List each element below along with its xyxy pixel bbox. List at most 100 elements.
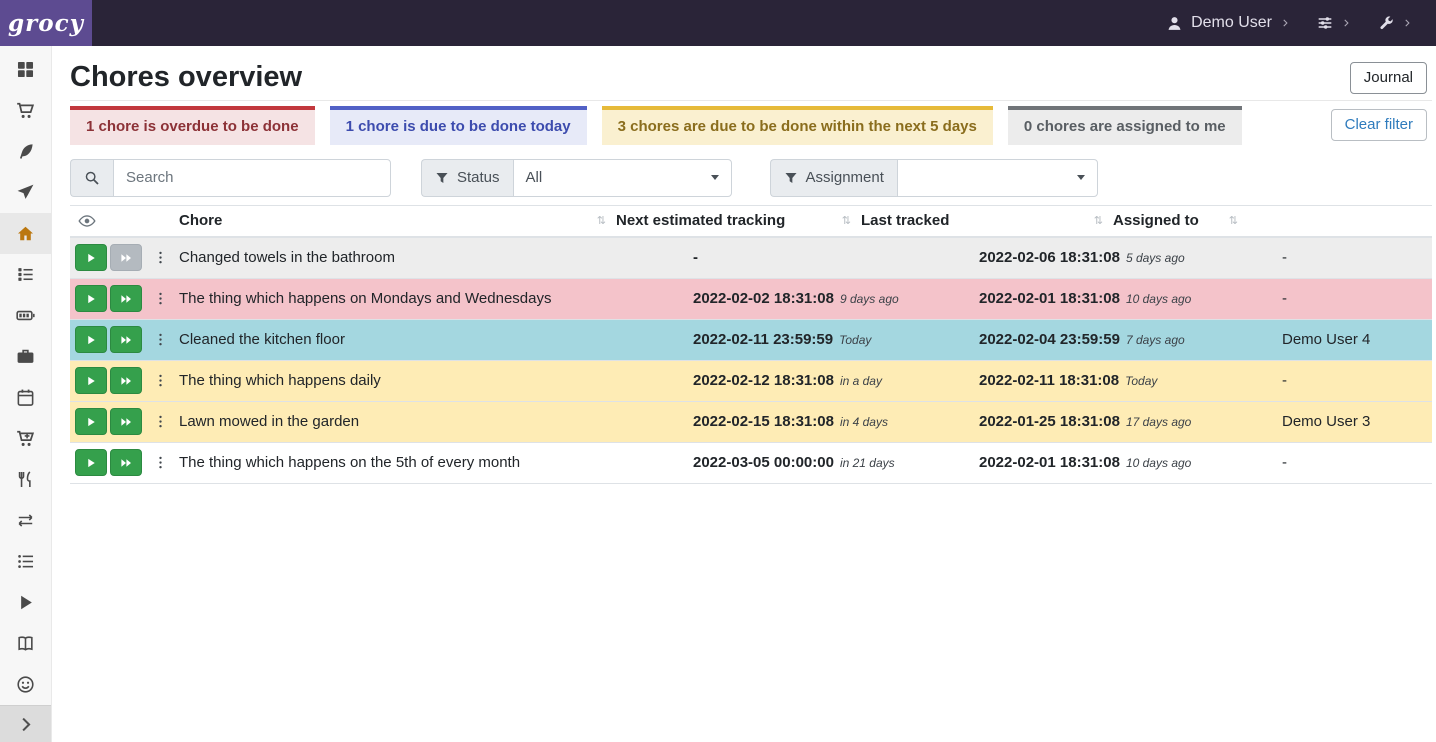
- summary-card[interactable]: 1 chore is overdue to be done: [70, 106, 315, 145]
- column-header-assigned-to[interactable]: Assigned to ⇅: [1113, 206, 1248, 236]
- skip-next-chore-schedule-button[interactable]: [110, 285, 142, 312]
- track-chore-execution-button[interactable]: [75, 244, 107, 271]
- wrench-icon: [1378, 15, 1394, 31]
- assigned-to-cell: -: [1282, 290, 1432, 307]
- row-actions: [70, 285, 179, 312]
- sidebar-item-transfer[interactable]: [0, 500, 51, 541]
- top-navbar: grocy Demo User: [0, 0, 1436, 46]
- sidebar-items: [0, 46, 51, 664]
- last-tracked-cell: 2022-02-01 18:31:0810 days ago: [979, 290, 1282, 307]
- chores-table: Chore ⇅ Next estimated tracking ⇅ Last t…: [70, 205, 1432, 484]
- chore-name: Cleaned the kitchen floor: [179, 331, 693, 348]
- next-estimated-relative: 9 days ago: [840, 292, 899, 306]
- feather-icon: [16, 142, 35, 161]
- play-icon: [85, 252, 97, 264]
- play-icon: [16, 593, 35, 612]
- ellipsis-vertical-icon: [153, 250, 168, 265]
- row-menu-button[interactable]: [151, 330, 170, 349]
- user-name: Demo User: [1191, 14, 1272, 32]
- battery-icon: [16, 306, 35, 325]
- track-chore-execution-button[interactable]: [75, 326, 107, 353]
- status-select[interactable]: All: [513, 159, 732, 197]
- sidebar-item-feedback[interactable]: [0, 664, 51, 705]
- column-label: Next estimated tracking: [616, 212, 785, 229]
- sidebar-item-equipment[interactable]: [0, 336, 51, 377]
- list-icon: [16, 552, 35, 571]
- settings-menu[interactable]: [1317, 15, 1351, 31]
- skip-next-chore-schedule-button[interactable]: [110, 326, 142, 353]
- row-menu-button[interactable]: [151, 412, 170, 431]
- chore-name: The thing which happens on the 5th of ev…: [179, 454, 693, 471]
- sort-icon: ⇅: [597, 214, 606, 227]
- assignment-select[interactable]: [897, 159, 1098, 197]
- summary-card-label: 0 chores are assigned to me: [1024, 118, 1226, 135]
- sidebar-item-calendar[interactable]: [0, 377, 51, 418]
- sidebar-item-shopping-list[interactable]: [0, 90, 51, 131]
- track-chore-execution-button[interactable]: [75, 367, 107, 394]
- journal-button[interactable]: Journal: [1350, 62, 1427, 94]
- fast-forward-icon: [120, 334, 132, 346]
- last-tracked-timestamp: 2022-02-01 18:31:08: [979, 290, 1120, 307]
- column-header-chore[interactable]: Chore ⇅: [179, 206, 616, 236]
- next-estimated-tracking-cell: 2022-02-12 18:31:08in a day: [693, 372, 979, 389]
- cart-plus-icon: [16, 429, 35, 448]
- last-tracked-relative: 5 days ago: [1126, 251, 1185, 265]
- assigned-to-cell: Demo User 4: [1282, 331, 1432, 348]
- column-header-last-tracked[interactable]: Last tracked ⇅: [861, 206, 1113, 236]
- user-menu[interactable]: Demo User: [1166, 14, 1290, 32]
- search-input[interactable]: [113, 159, 391, 197]
- skip-next-chore-schedule-button[interactable]: [110, 449, 142, 476]
- table-row: Cleaned the kitchen floor 2022-02-11 23:…: [70, 320, 1432, 361]
- skip-next-chore-schedule-button: [110, 244, 142, 271]
- track-chore-execution-button[interactable]: [75, 285, 107, 312]
- sidebar-item-chore-tracking[interactable]: [0, 582, 51, 623]
- skip-next-chore-schedule-button[interactable]: [110, 367, 142, 394]
- table-row: The thing which happens daily 2022-02-12…: [70, 361, 1432, 402]
- track-chore-execution-button[interactable]: [75, 408, 107, 435]
- caret-down-icon: [1077, 175, 1085, 180]
- summary-card[interactable]: 0 chores are assigned to me: [1008, 106, 1242, 145]
- sidebar-item-recipes[interactable]: [0, 131, 51, 172]
- sidebar-bottom-items: [0, 664, 51, 742]
- sidebar-item-consume[interactable]: [0, 459, 51, 500]
- next-estimated-timestamp: 2022-03-05 00:00:00: [693, 454, 834, 471]
- assignment-filter-group: Assignment: [770, 159, 1098, 197]
- summary-card[interactable]: 3 chores are due to be done within the n…: [602, 106, 993, 145]
- filters-row: Status All Assignment: [70, 159, 1432, 197]
- column-header-next-estimated-tracking[interactable]: Next estimated tracking ⇅: [616, 206, 861, 236]
- summary-card-label: 3 chores are due to be done within the n…: [618, 118, 977, 135]
- row-menu-button[interactable]: [151, 248, 170, 267]
- sidebar-item-battery-tracking[interactable]: [0, 623, 51, 664]
- brand-logo[interactable]: grocy: [0, 0, 92, 46]
- row-menu-button[interactable]: [151, 453, 170, 472]
- sidebar-item-purchase[interactable]: [0, 418, 51, 459]
- next-estimated-tracking-cell: -: [693, 249, 979, 266]
- sidebar-item-meal-plan[interactable]: [0, 172, 51, 213]
- row-menu-button[interactable]: [151, 371, 170, 390]
- skip-next-chore-schedule-button[interactable]: [110, 408, 142, 435]
- status-filter-label: Status: [457, 169, 500, 186]
- fast-forward-icon: [120, 252, 132, 264]
- last-tracked-timestamp: 2022-02-06 18:31:08: [979, 249, 1120, 266]
- sidebar-item-chores-overview[interactable]: [0, 213, 51, 254]
- book-icon: [16, 634, 35, 653]
- play-icon: [85, 416, 97, 428]
- sidebar-item-tasks[interactable]: [0, 254, 51, 295]
- sidebar-item-collapse-sidebar[interactable]: [0, 705, 51, 742]
- last-tracked-cell: 2022-02-04 23:59:597 days ago: [979, 331, 1282, 348]
- clear-filter-button[interactable]: Clear filter: [1331, 109, 1427, 141]
- header-filler: [1248, 206, 1432, 236]
- sidebar-item-batteries-overview[interactable]: [0, 295, 51, 336]
- last-tracked-cell: 2022-02-06 18:31:08 5 days ago: [979, 249, 1282, 266]
- track-chore-execution-button[interactable]: [75, 449, 107, 476]
- summary-card[interactable]: 1 chore is due to be done today: [330, 106, 587, 145]
- paper-plane-icon: [16, 183, 35, 202]
- sidebar-item-stock-overview[interactable]: [0, 49, 51, 90]
- row-menu-button[interactable]: [151, 289, 170, 308]
- next-estimated-tracking-cell: 2022-02-02 18:31:089 days ago: [693, 290, 979, 307]
- sidebar-item-inventory[interactable]: [0, 541, 51, 582]
- assignment-filter-addon: Assignment: [770, 159, 897, 197]
- smiley-icon: [16, 675, 35, 694]
- next-estimated-tracking-cell: 2022-02-11 23:59:59Today: [693, 331, 979, 348]
- admin-menu[interactable]: [1378, 15, 1412, 31]
